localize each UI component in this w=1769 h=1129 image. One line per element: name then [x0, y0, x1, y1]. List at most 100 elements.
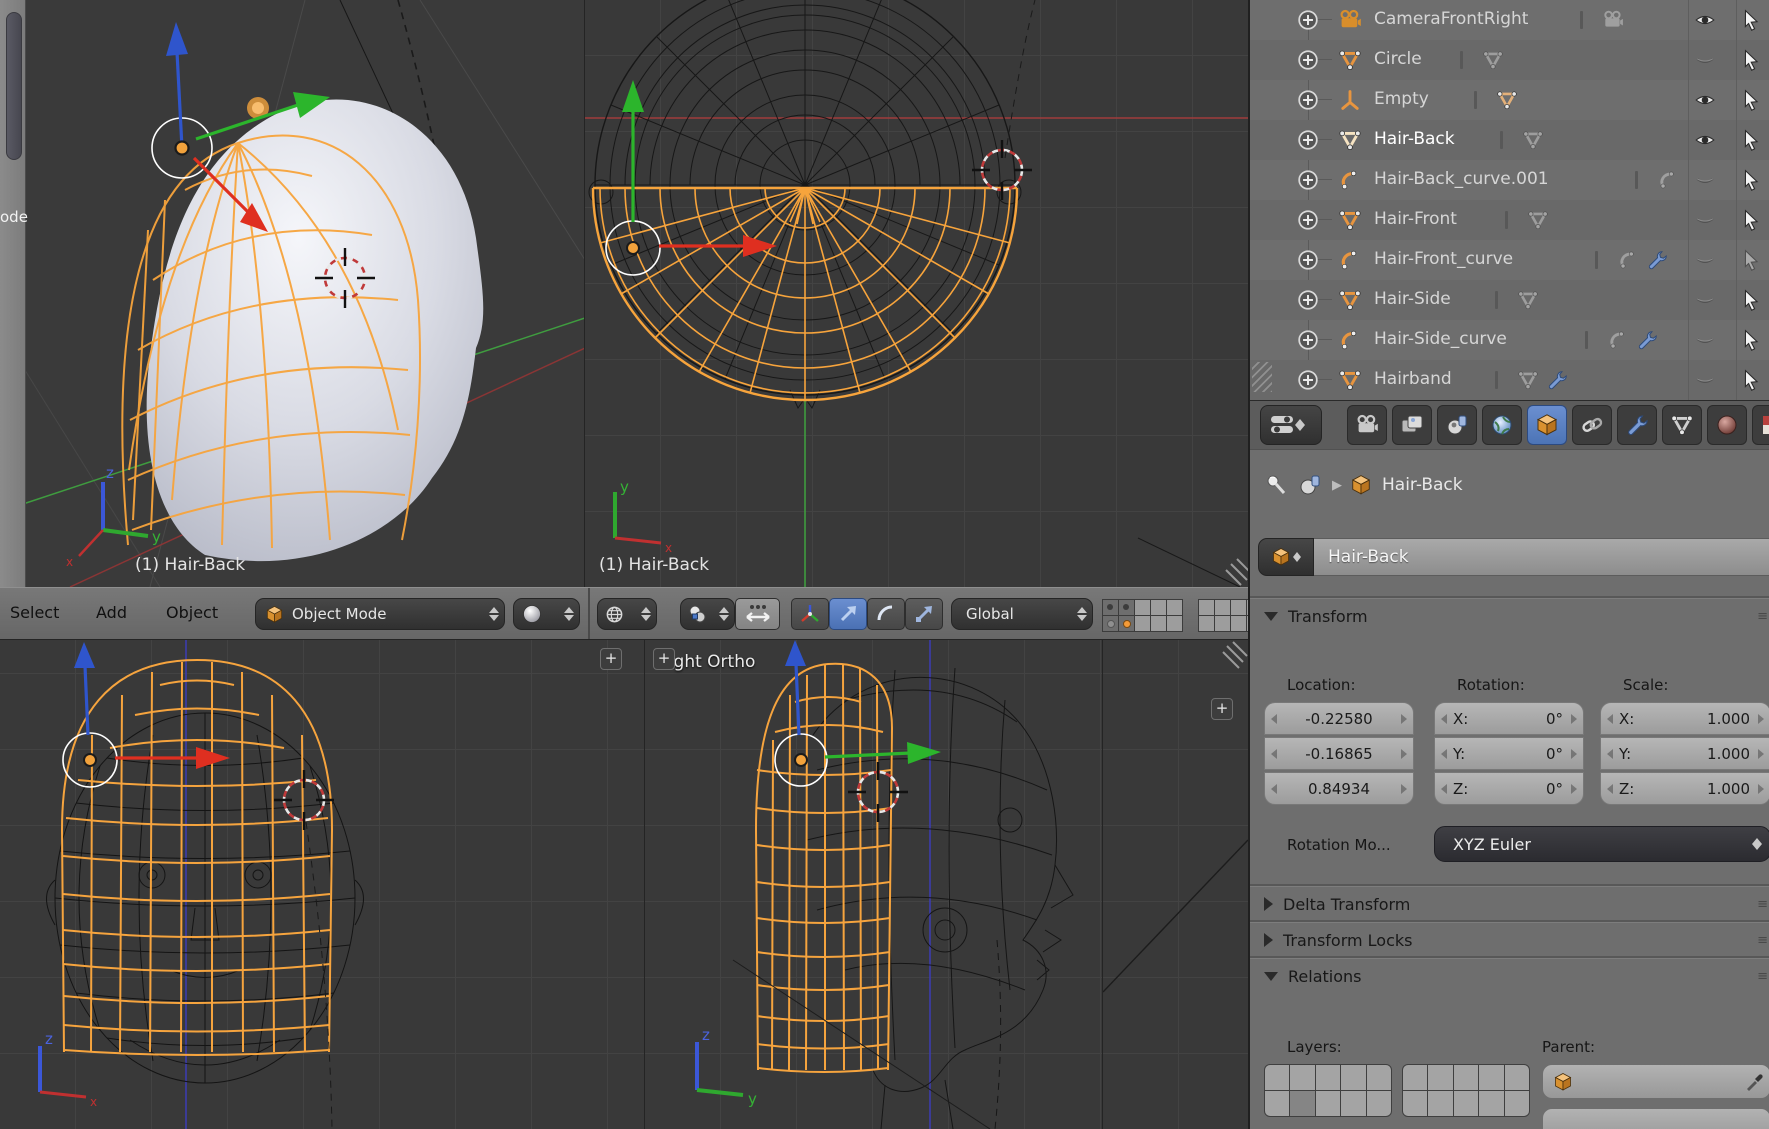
rotation-y-field[interactable]: Y:0° — [1434, 737, 1584, 770]
selectability-cursor-icon-disabled[interactable] — [1740, 249, 1762, 271]
object-layers-grid-2[interactable] — [1402, 1064, 1530, 1116]
layer-cell[interactable] — [1427, 1064, 1454, 1091]
viewport-top-ortho[interactable]: y x (1) Hair-Back — [585, 0, 1248, 587]
visibility-eye-icon[interactable] — [1694, 249, 1716, 271]
layer-cell[interactable] — [1134, 599, 1151, 616]
rotation-mode-dropdown[interactable]: XYZ Euler — [1434, 826, 1769, 862]
layer-cell[interactable] — [1166, 599, 1183, 616]
location-x-field[interactable]: -0.22580 — [1264, 702, 1414, 735]
visibility-eye-icon[interactable] — [1694, 49, 1716, 71]
panel-expand-icon[interactable] — [1264, 612, 1278, 621]
outliner-row-hair-side-curve[interactable]: Hair-Side_curve — [1250, 320, 1769, 360]
outliner-row-hair-back-curve[interactable]: Hair-Back_curve.001 — [1250, 160, 1769, 200]
translate-manipulator[interactable] — [606, 80, 777, 275]
outliner-row-circle[interactable]: Circle — [1250, 40, 1769, 80]
tab-texture[interactable] — [1752, 405, 1769, 445]
layer-cell[interactable] — [1214, 615, 1231, 632]
mode-dropdown[interactable]: Object Mode — [255, 598, 505, 630]
layer-cell[interactable] — [1340, 1064, 1367, 1091]
layer-cell[interactable] — [1504, 1064, 1531, 1091]
expand-icon[interactable] — [1297, 49, 1319, 71]
selectability-cursor-icon[interactable] — [1740, 369, 1762, 391]
expand-icon[interactable] — [1297, 329, 1319, 351]
menu-add[interactable]: Add — [96, 603, 127, 622]
expand-icon[interactable] — [1297, 9, 1319, 31]
snap-dropdown[interactable] — [680, 598, 735, 630]
tab-render[interactable] — [1347, 405, 1387, 445]
layers-widget[interactable] — [1102, 599, 1182, 631]
translate-manipulator[interactable] — [775, 640, 941, 786]
manipulator-toggle-button[interactable] — [791, 598, 829, 630]
resize-corner-hatch[interactable] — [1223, 642, 1247, 668]
menu-select[interactable]: Select — [10, 603, 59, 622]
pin-icon[interactable] — [1264, 473, 1288, 497]
selectability-cursor-icon[interactable] — [1740, 129, 1762, 151]
visibility-eye-icon[interactable] — [1694, 9, 1716, 31]
visibility-eye-icon[interactable] — [1694, 369, 1716, 391]
tab-scene[interactable] — [1437, 405, 1477, 445]
outliner-row-hair-back[interactable]: Hair-Back — [1250, 120, 1769, 160]
panel-expand-icon[interactable] — [1264, 933, 1273, 947]
expand-icon[interactable] — [1297, 89, 1319, 111]
selectability-cursor-icon[interactable] — [1740, 209, 1762, 231]
layer-cell[interactable] — [1289, 1064, 1316, 1091]
tab-world[interactable] — [1482, 405, 1522, 445]
layer-cell[interactable] — [1198, 599, 1215, 616]
panel-expand-icon[interactable] — [1264, 897, 1273, 911]
expand-icon[interactable] — [1297, 169, 1319, 191]
parent-type-field[interactable] — [1542, 1108, 1769, 1129]
outliner-row-hair-front[interactable]: Hair-Front — [1250, 200, 1769, 240]
expand-icon[interactable] — [1297, 369, 1319, 391]
snap-element-button[interactable] — [735, 598, 780, 630]
outliner-row-hair-side[interactable]: Hair-Side — [1250, 280, 1769, 320]
visibility-eye-icon[interactable] — [1694, 169, 1716, 191]
tab-material[interactable] — [1707, 405, 1747, 445]
layer-cell[interactable] — [1478, 1064, 1505, 1091]
orientation-dropdown[interactable]: Global — [951, 598, 1093, 630]
expand-icon[interactable] — [1297, 209, 1319, 231]
pivot-point-dropdown[interactable] — [597, 598, 657, 630]
layer-cell[interactable] — [1214, 599, 1231, 616]
layer-cell[interactable] — [1315, 1090, 1342, 1117]
layer-cell[interactable] — [1166, 615, 1183, 632]
layer-cell[interactable] — [1264, 1090, 1291, 1117]
layer-cell[interactable] — [1150, 615, 1167, 632]
parent-field[interactable] — [1542, 1064, 1769, 1099]
expand-icon[interactable] — [1297, 129, 1319, 151]
scale-z-field[interactable]: Z:1.000 — [1600, 772, 1769, 805]
selectability-cursor-icon[interactable] — [1740, 49, 1762, 71]
layer-cell[interactable] — [1402, 1090, 1429, 1117]
tab-modifiers[interactable] — [1617, 405, 1657, 445]
visibility-eye-icon[interactable] — [1694, 89, 1716, 111]
expand-icon[interactable] — [1297, 249, 1319, 271]
selectability-cursor-icon[interactable] — [1740, 329, 1762, 351]
layer-cell[interactable] — [1118, 615, 1135, 632]
visibility-eye-icon[interactable] — [1694, 129, 1716, 151]
selectability-cursor-icon[interactable] — [1740, 9, 1762, 31]
expand-icon[interactable] — [1297, 289, 1319, 311]
rotate-manipulator-button[interactable] — [867, 598, 905, 630]
expand-region-button[interactable]: + — [653, 648, 675, 670]
outliner-row-empty[interactable]: Empty — [1250, 80, 1769, 120]
expand-region-button[interactable]: + — [600, 648, 622, 670]
layer-cell[interactable] — [1340, 1090, 1367, 1117]
layer-cell[interactable] — [1366, 1090, 1393, 1117]
rotation-x-field[interactable]: X:0° — [1434, 702, 1584, 735]
eyedropper-icon[interactable] — [1744, 1072, 1764, 1092]
visibility-eye-icon[interactable] — [1694, 209, 1716, 231]
panel-header-transform-locks[interactable]: Transform Locks ≡ — [1250, 922, 1769, 957]
rotation-z-field[interactable]: Z:0° — [1434, 772, 1584, 805]
layer-cell[interactable] — [1264, 1064, 1291, 1091]
scale-x-field[interactable]: X:1.000 — [1600, 702, 1769, 735]
layer-cell[interactable] — [1478, 1090, 1505, 1117]
selectability-cursor-icon[interactable] — [1740, 289, 1762, 311]
tab-object[interactable] — [1527, 405, 1567, 445]
visibility-eye-icon[interactable] — [1694, 289, 1716, 311]
layer-cell[interactable] — [1230, 615, 1247, 632]
selectability-cursor-icon[interactable] — [1740, 89, 1762, 111]
menu-object[interactable]: Object — [166, 603, 218, 622]
panel-expand-icon[interactable] — [1264, 972, 1278, 981]
layer-cell[interactable] — [1102, 615, 1119, 632]
viewport-user-persp[interactable]: z y x (1) Hair-Back ode — [0, 0, 585, 587]
location-z-field[interactable]: 0.84934 — [1264, 772, 1414, 805]
